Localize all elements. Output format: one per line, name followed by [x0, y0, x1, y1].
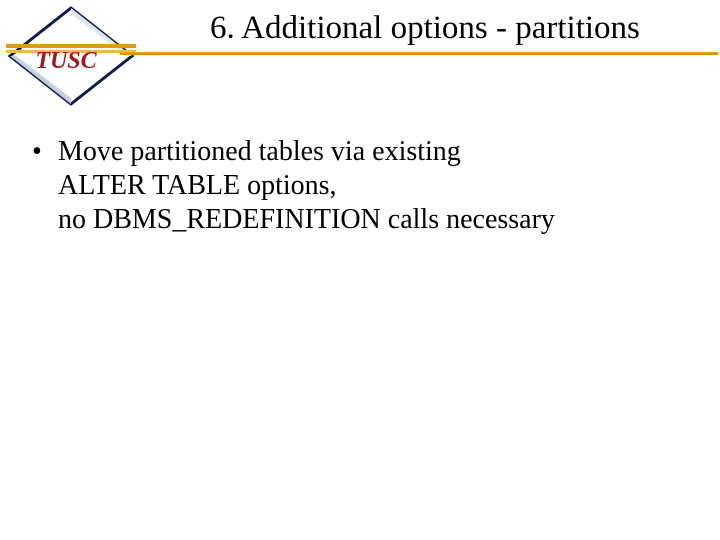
bullet-text: Move partitioned tables via existing ALT…: [58, 135, 555, 237]
tusc-logo: TUSC: [6, 6, 136, 106]
title-underline: [120, 52, 718, 58]
bullet-line: ALTER TABLE options,: [58, 170, 337, 201]
bullet-marker: •: [32, 135, 58, 169]
slide-body: • Move partitioned tables via existing A…: [32, 135, 690, 237]
bullet-line: no DBMS_REDEFINITION calls necessary: [58, 204, 555, 235]
slide-title: 6. Additional options - partitions: [210, 10, 716, 47]
bullet-line: Move partitioned tables via existing: [58, 136, 461, 167]
slide: TUSC 6. Additional options - partitions …: [0, 0, 720, 540]
bullet-item: • Move partitioned tables via existing A…: [32, 135, 690, 237]
logo-text: TUSC: [35, 48, 97, 74]
